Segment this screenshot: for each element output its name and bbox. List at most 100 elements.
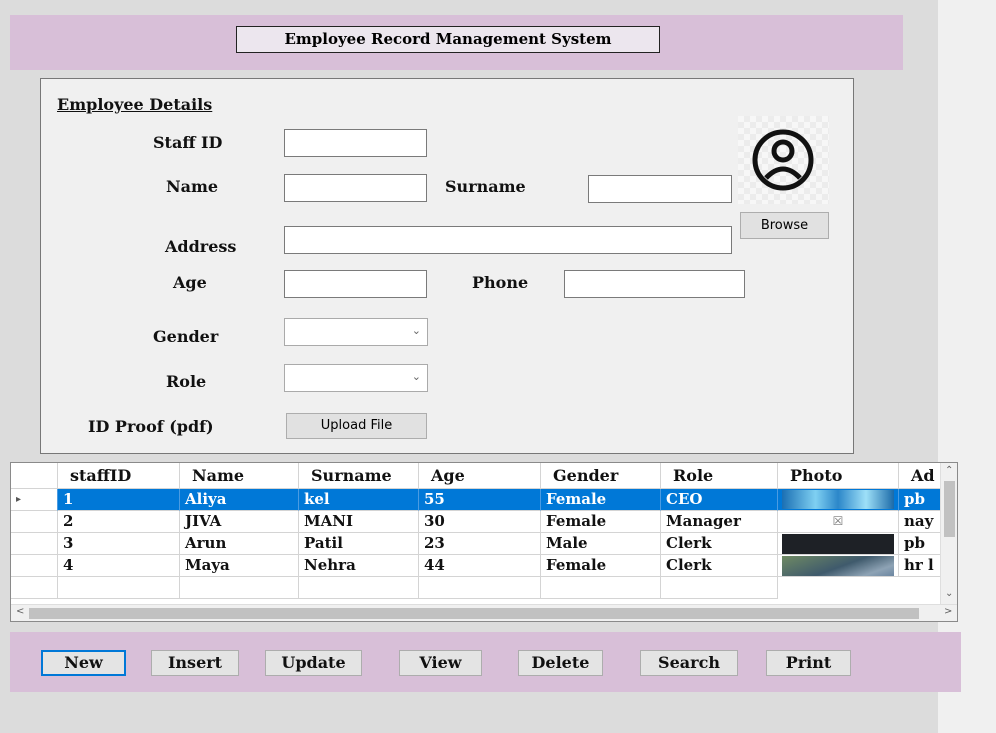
table-cell[interactable]: Female [541, 511, 661, 533]
table-cell[interactable]: Female [541, 489, 661, 511]
table-cell [58, 577, 180, 599]
scroll-up-icon[interactable]: ⌃ [945, 465, 953, 476]
column-header[interactable]: Role [661, 463, 778, 489]
id-proof-label: ID Proof (pdf) [88, 417, 214, 436]
row-selector[interactable] [11, 555, 58, 577]
surname-field[interactable] [588, 175, 732, 203]
column-header[interactable]: Ad [899, 463, 944, 489]
table-cell[interactable]: 4 [58, 555, 180, 577]
column-header[interactable]: Gender [541, 463, 661, 489]
user-avatar-icon [752, 129, 814, 191]
table-cell[interactable]: 30 [419, 511, 541, 533]
table-cell [661, 577, 778, 599]
photo-cell[interactable] [778, 533, 899, 555]
scroll-down-icon[interactable]: ⌄ [945, 588, 953, 599]
age-field[interactable] [284, 270, 427, 298]
table-cell[interactable]: pb [899, 533, 944, 555]
header-band: Employee Record Management System [10, 15, 903, 70]
update-button[interactable]: Update [265, 650, 362, 676]
table-cell[interactable]: 2 [58, 511, 180, 533]
phone-label: Phone [472, 273, 529, 292]
scroll-left-icon[interactable]: < [16, 606, 24, 617]
column-header[interactable]: Photo [778, 463, 899, 489]
table-cell[interactable]: 44 [419, 555, 541, 577]
photo-thumbnail [782, 534, 894, 554]
table-cell [180, 577, 299, 599]
upload-file-button[interactable]: Upload File [286, 413, 427, 439]
search-button[interactable]: Search [640, 650, 738, 676]
table-cell[interactable]: 23 [419, 533, 541, 555]
chevron-down-icon: ⌄ [411, 324, 421, 337]
horizontal-scrollbar[interactable]: < > [11, 604, 957, 621]
vertical-scrollbar[interactable]: ⌃ ⌄ [940, 463, 957, 604]
address-field[interactable] [284, 226, 732, 254]
table-cell[interactable]: Clerk [661, 533, 778, 555]
scrollbar-thumb[interactable] [29, 608, 919, 619]
photo-cell[interactable] [778, 489, 899, 511]
missing-image-icon[interactable]: ☒ [778, 511, 899, 533]
table-cell[interactable]: Patil [299, 533, 419, 555]
table-cell [541, 577, 661, 599]
staff-id-label: Staff ID [153, 133, 223, 152]
table-cell [299, 577, 419, 599]
window-edge [938, 0, 996, 733]
employee-photo [738, 116, 829, 204]
table-cell[interactable]: Nehra [299, 555, 419, 577]
table-cell[interactable]: MANI [299, 511, 419, 533]
scrollbar-thumb[interactable] [944, 481, 955, 537]
table-cell[interactable]: 55 [419, 489, 541, 511]
column-header[interactable]: Surname [299, 463, 419, 489]
table-cell[interactable]: Maya [180, 555, 299, 577]
employee-grid[interactable]: staffID Name Surname Age Gender Role Pho… [10, 462, 958, 622]
column-header[interactable]: staffID [58, 463, 180, 489]
new-button[interactable]: New [41, 650, 126, 676]
section-title: Employee Details [57, 95, 213, 114]
staff-id-field[interactable] [284, 129, 427, 157]
table-cell[interactable]: 3 [58, 533, 180, 555]
row-selector[interactable] [11, 511, 58, 533]
role-select[interactable]: ⌄ [284, 364, 428, 392]
address-label: Address [165, 237, 237, 256]
row-selector [11, 577, 58, 599]
table-cell[interactable]: pb [899, 489, 944, 511]
row-selector-icon[interactable]: ▸ [11, 489, 58, 511]
role-label: Role [166, 372, 207, 391]
table-cell[interactable]: hr l [899, 555, 944, 577]
action-bar: New Insert Update View Delete Search Pri… [10, 632, 961, 692]
photo-thumbnail [782, 490, 894, 509]
table-cell[interactable]: JIVA [180, 511, 299, 533]
view-button[interactable]: View [399, 650, 482, 676]
table-cell [419, 577, 541, 599]
scroll-right-icon[interactable]: > [944, 606, 952, 617]
table-cell[interactable]: Male [541, 533, 661, 555]
name-field[interactable] [284, 174, 427, 202]
chevron-down-icon: ⌄ [411, 370, 421, 383]
insert-button[interactable]: Insert [151, 650, 239, 676]
table-cell[interactable]: Aliya [180, 489, 299, 511]
delete-button[interactable]: Delete [518, 650, 603, 676]
employee-details-panel: Employee Details Staff ID Name Surname B… [40, 78, 854, 454]
column-header[interactable]: Age [419, 463, 541, 489]
gender-label: Gender [153, 327, 219, 346]
table-cell[interactable]: Arun [180, 533, 299, 555]
table-cell[interactable]: kel [299, 489, 419, 511]
row-header-corner [11, 463, 58, 489]
table-cell[interactable]: 1 [58, 489, 180, 511]
table-cell[interactable]: Female [541, 555, 661, 577]
browse-button[interactable]: Browse [740, 212, 829, 239]
name-label: Name [166, 177, 219, 196]
print-button[interactable]: Print [766, 650, 851, 676]
photo-thumbnail [782, 556, 894, 576]
app-title: Employee Record Management System [236, 26, 660, 53]
table-cell[interactable]: nay [899, 511, 944, 533]
row-selector[interactable] [11, 533, 58, 555]
table-cell[interactable]: CEO [661, 489, 778, 511]
phone-field[interactable] [564, 270, 745, 298]
surname-label: Surname [445, 177, 526, 196]
photo-cell[interactable] [778, 555, 899, 577]
table-cell[interactable]: Manager [661, 511, 778, 533]
age-label: Age [173, 273, 207, 292]
gender-select[interactable]: ⌄ [284, 318, 428, 346]
column-header[interactable]: Name [180, 463, 299, 489]
table-cell[interactable]: Clerk [661, 555, 778, 577]
